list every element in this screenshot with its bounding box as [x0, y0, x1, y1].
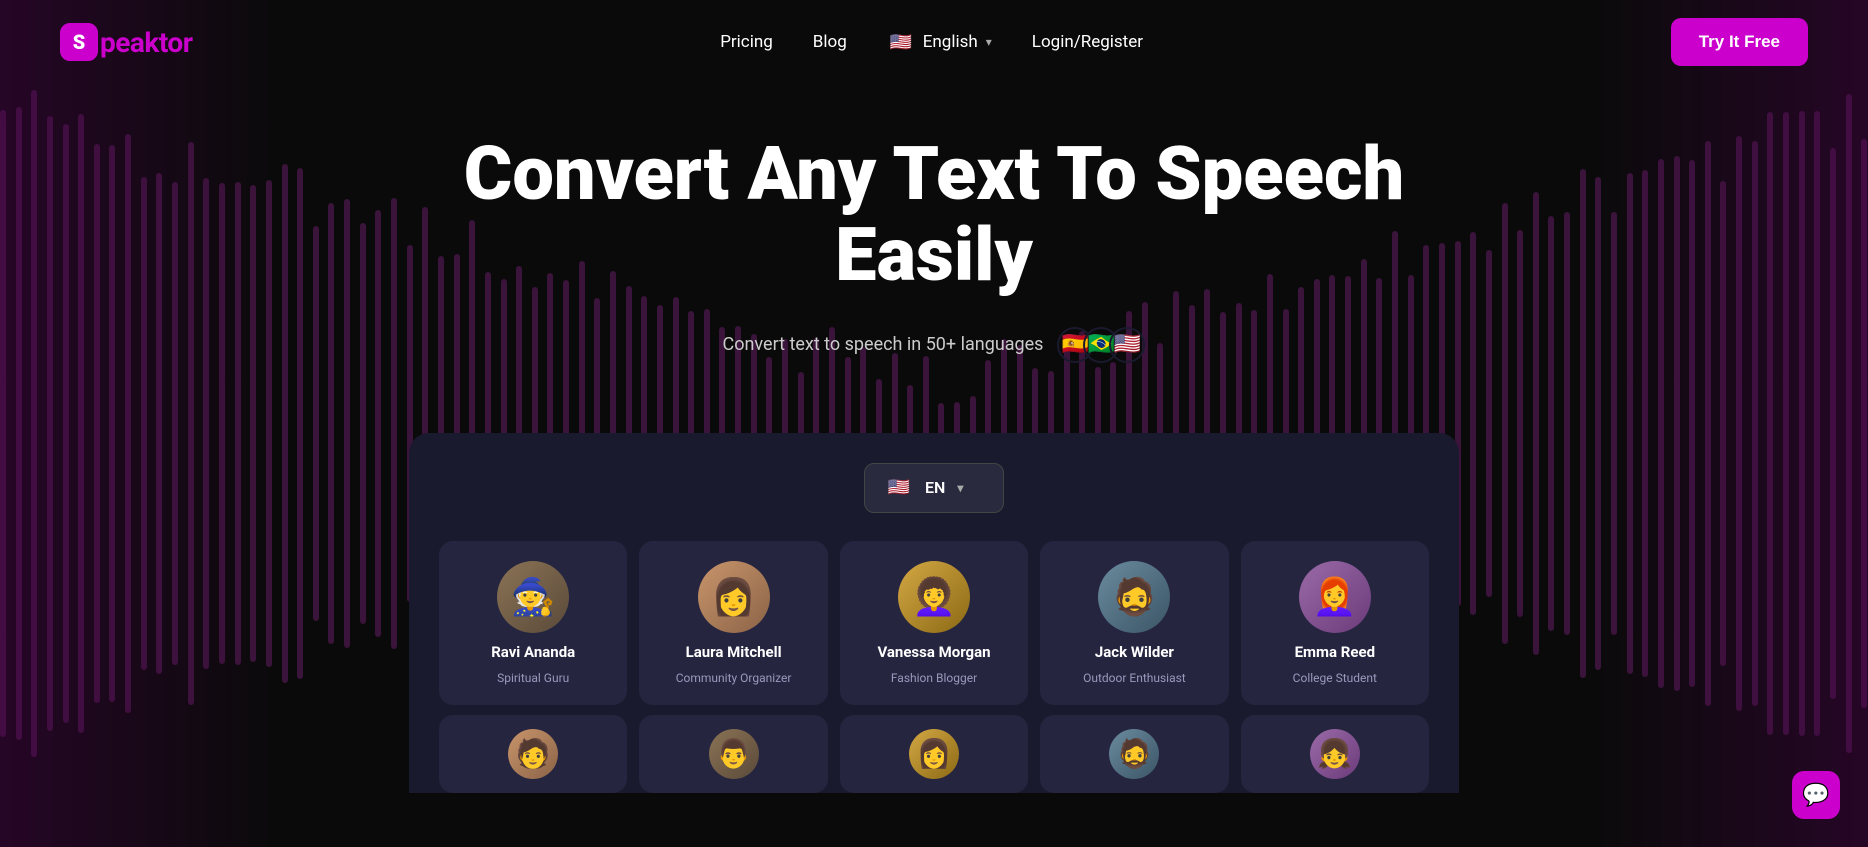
voice-card-sm-r2b[interactable]: 👨 [639, 715, 827, 793]
app-window: 🇺🇸 EN ▾ 🧙 Ravi Ananda Spiritual Guru 👩 L… [409, 433, 1459, 793]
lang-dropdown[interactable]: 🇺🇸 EN ▾ [864, 463, 1004, 513]
voice-name-laura: Laura Mitchell [686, 643, 782, 661]
avatar-sm-r2e: 👧 [1310, 729, 1360, 779]
voice-cards-row: 🧙 Ravi Ananda Spiritual Guru 👩 Laura Mit… [439, 541, 1429, 705]
avatar-sm-r2d: 🧔 [1109, 729, 1159, 779]
hero-headline: Convert Any Text To Speech Easily [384, 134, 1484, 297]
voice-name-ravi: Ravi Ananda [491, 643, 575, 661]
voice-role-vanessa: Fashion Blogger [891, 671, 977, 685]
chevron-down-icon: ▾ [986, 35, 992, 49]
avatar-sm-r2b: 👨 [709, 729, 759, 779]
avatar-emma: 👩‍🦰 [1299, 561, 1371, 633]
voice-card-sm-r2c[interactable]: 👩 [840, 715, 1028, 793]
logo-text: peaktor [100, 26, 192, 59]
avatar-sm-r2c: 👩 [909, 729, 959, 779]
avatar-sm-r2a: 🧑 [508, 729, 558, 779]
logo[interactable]: S peaktor [60, 23, 192, 61]
avatar-vanessa: 👩‍🦱 [898, 561, 970, 633]
navbar: S peaktor Pricing Blog 🇺🇸 English ▾ Logi… [0, 0, 1868, 84]
voice-name-vanessa: Vanessa Morgan [877, 643, 990, 661]
voice-card-sm-r2d[interactable]: 🧔 [1040, 715, 1228, 793]
avatar-jack: 🧔 [1098, 561, 1170, 633]
hero-section: Convert Any Text To Speech Easily Conver… [0, 84, 1868, 433]
logo-icon: S [60, 23, 98, 61]
flag-icon: 🇺🇸 [887, 28, 915, 56]
voice-card-sm-r2a[interactable]: 🧑 [439, 715, 627, 793]
avatar-ravi: 🧙 [497, 561, 569, 633]
lang-flag-icon: 🇺🇸 [885, 474, 913, 502]
flag-usa: 🇺🇸 [1109, 327, 1145, 363]
language-label: English [923, 32, 978, 52]
language-selector[interactable]: 🇺🇸 English ▾ [887, 28, 992, 56]
chat-icon: 💬 [1802, 783, 1829, 808]
voice-role-emma: College Student [1293, 671, 1377, 685]
voice-role-laura: Community Organizer [676, 671, 792, 685]
voice-card-sm-r2e[interactable]: 👧 [1241, 715, 1429, 793]
pricing-link[interactable]: Pricing [720, 32, 773, 52]
lang-chevron-icon: ▾ [957, 481, 963, 495]
voice-name-jack: Jack Wilder [1095, 643, 1174, 661]
voice-role-jack: Outdoor Enthusiast [1083, 671, 1186, 685]
voice-card-jack[interactable]: 🧔 Jack Wilder Outdoor Enthusiast [1040, 541, 1228, 705]
voice-card-vanessa[interactable]: 👩‍🦱 Vanessa Morgan Fashion Blogger [840, 541, 1028, 705]
chat-widget-button[interactable]: 💬 [1792, 771, 1840, 819]
nav-links: Pricing Blog 🇺🇸 English ▾ Login/Register [720, 28, 1143, 56]
lang-code-label: EN [925, 478, 945, 497]
voice-card-laura[interactable]: 👩 Laura Mitchell Community Organizer [639, 541, 827, 705]
login-register-link[interactable]: Login/Register [1032, 32, 1143, 52]
hero-subtitle: Convert text to speech in 50+ languages … [20, 327, 1848, 363]
voice-cards-row-2: 🧑 👨 👩 🧔 👧 [439, 715, 1429, 793]
avatar-laura: 👩 [698, 561, 770, 633]
blog-link[interactable]: Blog [813, 32, 847, 52]
lang-selector: 🇺🇸 EN ▾ [439, 463, 1429, 513]
flags-group: 🇪🇸 🇧🇷 🇺🇸 [1057, 327, 1145, 363]
voice-name-emma: Emma Reed [1295, 643, 1375, 661]
voice-card-ravi[interactable]: 🧙 Ravi Ananda Spiritual Guru [439, 541, 627, 705]
voice-role-ravi: Spiritual Guru [497, 671, 569, 685]
try-it-free-button[interactable]: Try It Free [1671, 18, 1808, 66]
voice-card-emma[interactable]: 👩‍🦰 Emma Reed College Student [1241, 541, 1429, 705]
